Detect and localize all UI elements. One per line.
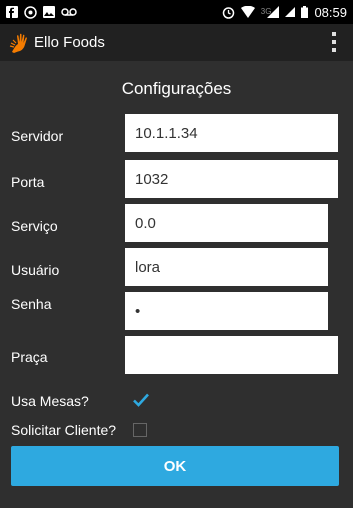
- wifi-icon: [240, 6, 255, 18]
- servidor-input[interactable]: [125, 114, 338, 152]
- menu-dot: [332, 40, 336, 44]
- battery-icon: [301, 6, 309, 18]
- solicitar-cliente-checkbox[interactable]: [133, 423, 147, 437]
- praca-label: Praça: [11, 349, 48, 365]
- overflow-menu-icon[interactable]: [329, 32, 339, 52]
- status-system: 3G 08:59: [222, 5, 347, 20]
- porta-label: Porta: [11, 174, 45, 190]
- hand-logo-icon: [8, 32, 30, 54]
- usuario-label: Usuário: [11, 262, 60, 278]
- page-title: Configurações: [121, 79, 232, 98]
- signal-secondary-icon: [285, 7, 296, 17]
- servico-input[interactable]: [125, 204, 328, 242]
- porta-input[interactable]: [125, 160, 338, 198]
- status-bar: 3G 08:59: [0, 0, 353, 24]
- servico-label: Serviço: [11, 218, 58, 234]
- usa-mesas-checkbox[interactable]: [133, 393, 149, 407]
- senha-label: Senha: [11, 296, 52, 312]
- usa-mesas-label: Usa Mesas?: [11, 393, 89, 409]
- solicitar-cliente-label: Solicitar Cliente?: [11, 422, 117, 438]
- settings-form: Configurações Servidor Porta Serviço Usu…: [0, 61, 353, 508]
- checkmark-icon: [133, 393, 149, 407]
- voicemail-icon: [61, 7, 77, 17]
- menu-dot: [332, 32, 336, 36]
- usuario-input[interactable]: [125, 248, 328, 286]
- menu-dot: [332, 48, 336, 52]
- signal-icon: 3G: [261, 6, 280, 18]
- senha-input[interactable]: [125, 292, 328, 330]
- alarm-icon: [222, 6, 235, 19]
- app-bar: Ello Foods: [0, 24, 353, 61]
- ok-button[interactable]: OK: [11, 446, 339, 486]
- servidor-label: Servidor: [11, 128, 64, 144]
- whatsapp-icon: [24, 5, 37, 19]
- status-notifications: [6, 5, 77, 19]
- gallery-icon: [43, 6, 55, 18]
- praca-input[interactable]: [125, 336, 338, 374]
- clock: 08:59: [314, 4, 347, 20]
- facebook-icon: [6, 6, 18, 18]
- app-title: Ello Foods: [34, 34, 105, 51]
